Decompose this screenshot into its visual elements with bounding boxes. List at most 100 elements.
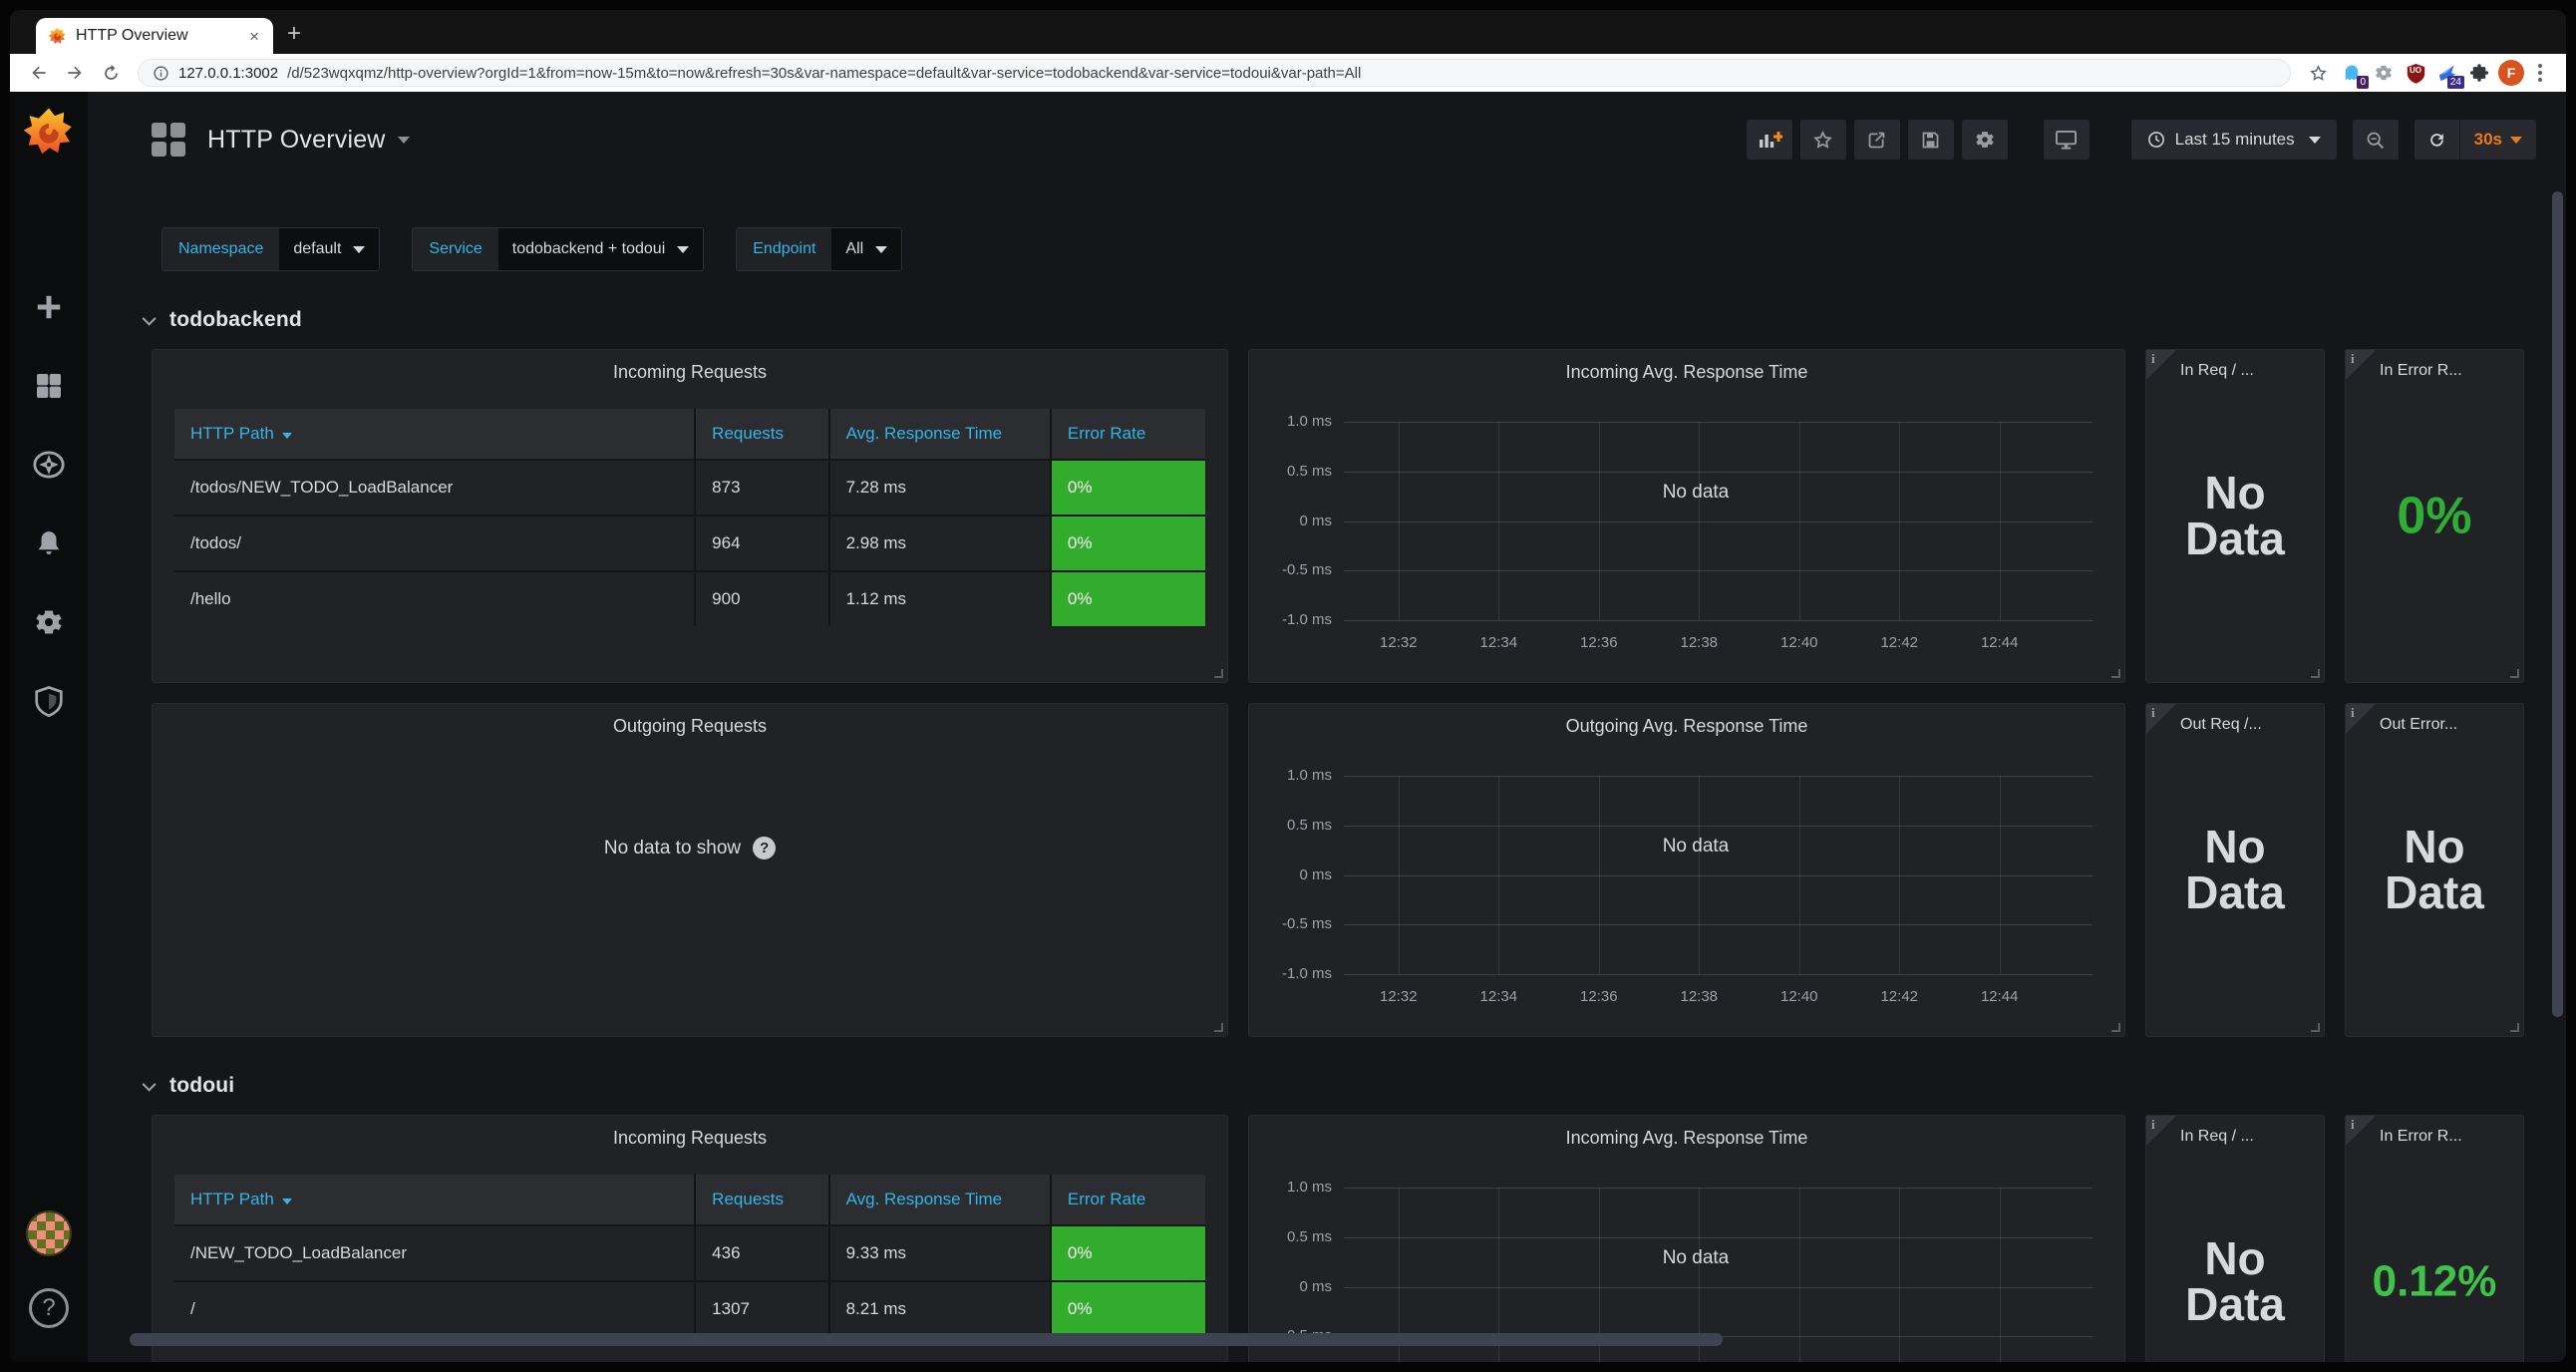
forward-button[interactable]: [60, 58, 90, 88]
profile-avatar[interactable]: F: [2498, 60, 2524, 86]
sidebar-item-create[interactable]: [10, 267, 88, 346]
panel-resize-handle[interactable]: [2311, 1023, 2320, 1032]
zoom-out-button[interactable]: [2353, 120, 2399, 160]
panel-info-corner[interactable]: i: [2346, 1116, 2376, 1146]
panel-incoming-avg-response-time: Incoming Avg. Response Time No data 1.0 …: [1248, 349, 2125, 683]
user-avatar[interactable]: [26, 1210, 72, 1256]
column-header-avg-response-time[interactable]: Avg. Response Time: [829, 1175, 1051, 1225]
panel-resize-handle[interactable]: [1214, 1023, 1223, 1032]
gridline-horizontal: [1344, 521, 2093, 522]
browser-tab[interactable]: HTTP Overview ×: [36, 18, 273, 54]
panel-info-corner[interactable]: i: [2146, 704, 2176, 734]
sidebar-item-dashboards[interactable]: [10, 346, 88, 425]
filter-value-dropdown[interactable]: todobackend + todoui: [498, 228, 703, 270]
filter-value-dropdown[interactable]: default: [279, 228, 379, 270]
filter-value-dropdown[interactable]: All: [831, 228, 901, 270]
panel-title[interactable]: Out Req /...: [2180, 716, 2316, 734]
star-dashboard-button[interactable]: [1800, 120, 1846, 160]
grafana-logo[interactable]: [22, 106, 76, 160]
cycle-view-button[interactable]: [2044, 120, 2090, 160]
panel-info-corner[interactable]: i: [2146, 1116, 2176, 1146]
panel-title[interactable]: Incoming Requests: [153, 350, 1227, 383]
gridline-vertical: [1699, 776, 1700, 974]
url-bar[interactable]: 127.0.0.1:3002/d/523wqxqmz/http-overview…: [138, 59, 2291, 87]
y-axis-tick-label: 0.5 ms: [1287, 817, 1332, 834]
gridline-horizontal: [1344, 620, 2093, 621]
bookmark-star-button[interactable]: [2303, 58, 2333, 88]
panel-title[interactable]: In Error R...: [2380, 362, 2515, 380]
panel-resize-handle[interactable]: [2111, 669, 2120, 678]
panel-title[interactable]: Outgoing Avg. Response Time: [1249, 704, 2124, 737]
extension-label: UO: [2403, 66, 2428, 75]
tab-close-button[interactable]: ×: [245, 26, 263, 47]
panel-resize-handle[interactable]: [2510, 1023, 2519, 1032]
panel-info-corner[interactable]: i: [2146, 350, 2176, 380]
row-header-todoui[interactable]: todoui: [146, 1071, 2566, 1101]
column-header-requests[interactable]: Requests: [695, 409, 828, 460]
refresh-interval-dropdown[interactable]: 30s: [2460, 130, 2536, 150]
cell-requests: 1307: [695, 1281, 828, 1336]
sidebar-item-alerting[interactable]: [10, 504, 88, 582]
column-header-error-rate[interactable]: Error Rate: [1051, 1175, 1205, 1225]
reload-button[interactable]: [96, 58, 126, 88]
panel-title[interactable]: Incoming Avg. Response Time: [1249, 1116, 2124, 1149]
panel-title[interactable]: Outgoing Requests: [153, 704, 1227, 737]
column-header-http-path[interactable]: HTTP Path: [174, 1175, 695, 1225]
stat-value: No Data: [2170, 1235, 2300, 1329]
extension-ublock[interactable]: UO: [2403, 60, 2428, 86]
panel-title[interactable]: In Error R...: [2380, 1128, 2515, 1146]
add-panel-button[interactable]: [1747, 120, 1792, 160]
back-button[interactable]: [24, 58, 54, 88]
panel-title[interactable]: In Req / ...: [2180, 1128, 2316, 1146]
column-header-error-rate[interactable]: Error Rate: [1051, 409, 1205, 460]
gear-icon: [33, 606, 65, 638]
gridline-vertical: [1498, 422, 1499, 620]
extension-settings[interactable]: [2371, 60, 2397, 86]
page-info-icon[interactable]: [153, 65, 169, 82]
time-range-picker[interactable]: Last 15 minutes: [2131, 120, 2337, 160]
extension-proxy[interactable]: 24: [2434, 60, 2460, 86]
chart-plot-area[interactable]: No data 1.0 ms0.5 ms0 ms-0.5 ms-1.0 ms12…: [1344, 422, 2093, 620]
chart-plot-area[interactable]: No data 1.0 ms0.5 ms0 ms-0.5 ms-1.0 ms12…: [1344, 776, 2093, 974]
panel-info-corner[interactable]: i: [2346, 704, 2376, 734]
gridline-horizontal: [1344, 472, 2093, 473]
column-header-requests[interactable]: Requests: [695, 1175, 828, 1225]
panel-resize-handle[interactable]: [2510, 669, 2519, 678]
column-header-avg-response-time[interactable]: Avg. Response Time: [829, 409, 1051, 460]
panel-title[interactable]: In Req / ...: [2180, 362, 2316, 380]
sidebar-item-server-admin[interactable]: [10, 661, 88, 740]
horizontal-scrollbar-thumb[interactable]: [130, 1333, 1723, 1346]
vertical-scrollbar-thumb[interactable]: [2552, 191, 2563, 1017]
dashboard-settings-button[interactable]: [1962, 120, 2008, 160]
sidebar-item-explore[interactable]: [10, 425, 88, 504]
help-button[interactable]: ?: [29, 1288, 69, 1328]
panel-resize-handle[interactable]: [2111, 1023, 2120, 1032]
column-header-http-path[interactable]: HTTP Path: [174, 409, 695, 460]
dashboard-title[interactable]: HTTP Overview: [207, 126, 386, 155]
panel-resize-handle[interactable]: [1214, 669, 1223, 678]
cell-error-rate: 0%: [1051, 1281, 1205, 1336]
save-dashboard-button[interactable]: [1908, 120, 1954, 160]
cell-avg-response-time: 2.98 ms: [829, 515, 1051, 571]
chevron-down-icon[interactable]: [398, 137, 410, 144]
panel-info-corner[interactable]: i: [2346, 350, 2376, 380]
panel-title[interactable]: Incoming Requests: [153, 1116, 1227, 1149]
stat-value: 0.12%: [2346, 1259, 2523, 1304]
info-icon: i: [2151, 1117, 2155, 1133]
share-dashboard-button[interactable]: [1854, 120, 1900, 160]
browser-menu-button[interactable]: [2538, 71, 2542, 75]
x-axis-tick-label: 12:40: [1780, 634, 1818, 651]
row-header-todobackend[interactable]: todobackend: [146, 305, 2566, 335]
panel-title[interactable]: Out Error...: [2380, 716, 2515, 734]
panel-title[interactable]: Incoming Avg. Response Time: [1249, 350, 2124, 383]
extensions-puzzle-button[interactable]: [2466, 60, 2492, 86]
refresh-button[interactable]: [2415, 120, 2460, 160]
filter-value: default: [293, 240, 341, 258]
panel-resize-handle[interactable]: [2311, 669, 2320, 678]
new-tab-button[interactable]: +: [287, 20, 301, 48]
extension-ghostery[interactable]: 0: [2339, 60, 2365, 86]
no-data-label: No data: [1663, 1247, 1730, 1269]
help-circle-icon[interactable]: ?: [753, 837, 776, 859]
url-host: 127.0.0.1:3002: [178, 65, 278, 82]
sidebar-item-configuration[interactable]: [10, 582, 88, 661]
